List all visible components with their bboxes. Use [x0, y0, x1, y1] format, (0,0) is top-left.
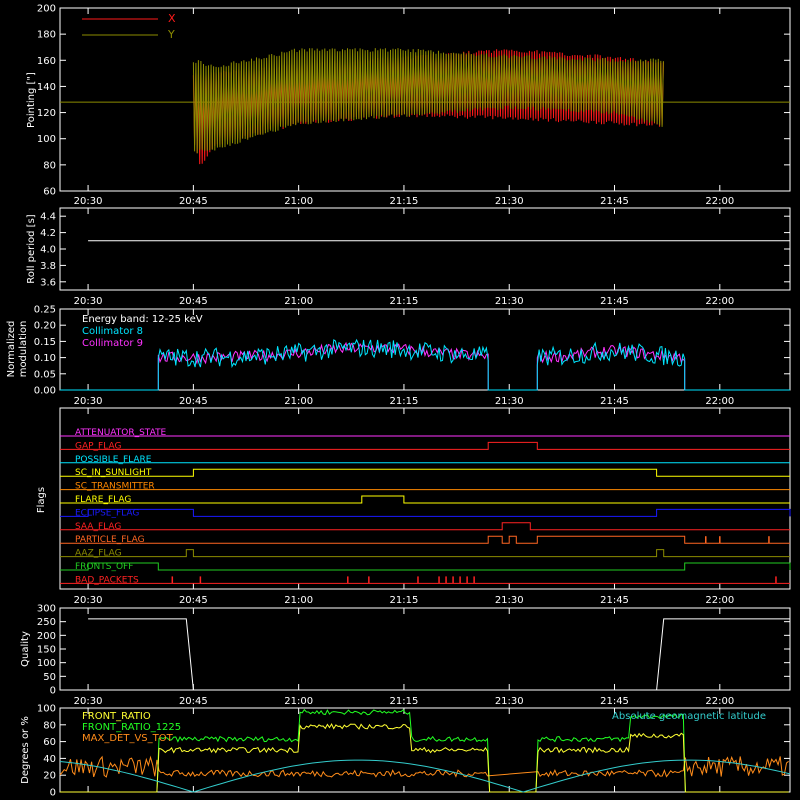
y-tick-label: 200: [37, 4, 56, 15]
legend-front-ratio-1225: FRONT_RATIO_1225: [82, 722, 181, 733]
modulation-ylabel-line2: modulation: [18, 321, 29, 378]
time-tick-label: 21:00: [284, 595, 313, 606]
time-tick-label: 21:15: [390, 196, 419, 207]
y-tick-label: 80: [43, 160, 56, 171]
time-tick-label: 20:30: [74, 396, 103, 407]
time-tick-label: 21:00: [284, 396, 313, 407]
y-tick-label: 4.2: [40, 228, 56, 239]
time-tick-label: 20:45: [179, 296, 208, 307]
time-tick-label: 21:30: [495, 196, 524, 207]
time-tick-label: 22:00: [705, 696, 734, 707]
y-tick-label: 0.10: [34, 353, 56, 364]
pointing-ylabel: Pointing ["]: [26, 72, 37, 128]
flags-ylabel: Flags: [36, 487, 47, 513]
time-tick-label: 21:45: [600, 396, 629, 407]
time-tick-label: 21:15: [390, 296, 419, 307]
time-tick-label: 22:00: [705, 595, 734, 606]
y-tick-label: 0: [50, 686, 56, 697]
time-tick-label: 22:00: [705, 196, 734, 207]
time-tick-label: 20:45: [179, 595, 208, 606]
legend-front-ratio: FRONT_RATIO: [82, 711, 151, 722]
legend-max-det: MAX_DET_VS_TOT: [82, 733, 174, 744]
time-tick-label: 21:30: [495, 296, 524, 307]
legend-geomag-lat: Absolute geomagnetic latitude: [612, 711, 766, 722]
y-tick-label: 40: [43, 754, 56, 765]
y-tick-label: 0.00: [34, 386, 56, 397]
modulation-ylabel-line1: Normalized: [6, 321, 17, 378]
y-tick-label: 4.4: [40, 212, 56, 223]
time-tick-label: 21:30: [495, 696, 524, 707]
time-tick-label: 21:30: [495, 396, 524, 407]
y-tick-label: 0.20: [34, 321, 56, 332]
y-tick-label: 250: [37, 617, 56, 628]
time-tick-label: 21:00: [284, 296, 313, 307]
time-tick-label: 21:15: [390, 696, 419, 707]
time-tick-label: 21:30: [495, 595, 524, 606]
time-tick-label: 21:45: [600, 595, 629, 606]
time-tick-label: 22:00: [705, 396, 734, 407]
y-tick-label: 180: [37, 30, 56, 41]
y-tick-label: 140: [37, 82, 56, 93]
time-tick-label: 22:00: [705, 296, 734, 307]
time-tick-label: 21:00: [284, 696, 313, 707]
y-tick-label: 150: [37, 645, 56, 656]
time-tick-label: 20:45: [179, 196, 208, 207]
y-tick-label: 200: [37, 631, 56, 642]
modulation-annotation: Energy band: 12-25 keV: [82, 314, 203, 325]
y-tick-label: 100: [37, 704, 56, 715]
chart-stage: Pointing ["] 6080100120140160180200 X Y …: [0, 0, 800, 800]
y-tick-label: 3.8: [40, 261, 56, 272]
time-tick-label: 21:45: [600, 196, 629, 207]
y-tick-label: 20: [43, 771, 56, 782]
y-tick-label: 0.15: [34, 337, 56, 348]
time-tick-label: 21:45: [600, 696, 629, 707]
y-tick-label: 0.25: [34, 305, 56, 316]
y-tick-label: 160: [37, 56, 56, 67]
y-tick-label: 60: [43, 187, 56, 198]
roll-ylabel: Roll period [s]: [26, 214, 37, 283]
time-tick-label: 21:00: [284, 196, 313, 207]
y-tick-label: 3.6: [40, 277, 56, 288]
y-tick-label: 120: [37, 108, 56, 119]
time-tick-label: 20:45: [179, 696, 208, 707]
legend-collimator9: Collimator 9: [82, 338, 143, 349]
quality-ylabel: Quality: [20, 631, 31, 667]
time-tick-label: 20:45: [179, 396, 208, 407]
y-tick-label: 80: [43, 720, 56, 731]
legend-y-label: Y: [167, 28, 175, 41]
ratio-ylabel: Degrees or %: [20, 716, 31, 784]
time-tick-label: 21:15: [390, 396, 419, 407]
legend-x-label: X: [168, 12, 176, 25]
y-tick-label: 4.0: [40, 245, 56, 256]
y-tick-label: 60: [43, 737, 56, 748]
time-tick-label: 21:45: [600, 296, 629, 307]
time-tick-label: 20:30: [74, 696, 103, 707]
time-tick-label: 21:15: [390, 595, 419, 606]
y-tick-label: 50: [43, 672, 56, 683]
y-tick-label: 100: [37, 658, 56, 669]
y-tick-label: 0: [50, 788, 56, 799]
y-tick-label: 100: [37, 134, 56, 145]
y-tick-label: 0.05: [34, 369, 56, 380]
time-tick-label: 20:30: [74, 296, 103, 307]
time-tick-label: 20:30: [74, 595, 103, 606]
y-tick-label: 300: [37, 604, 56, 615]
time-tick-label: 20:30: [74, 196, 103, 207]
legend-collimator8: Collimator 8: [82, 326, 143, 337]
